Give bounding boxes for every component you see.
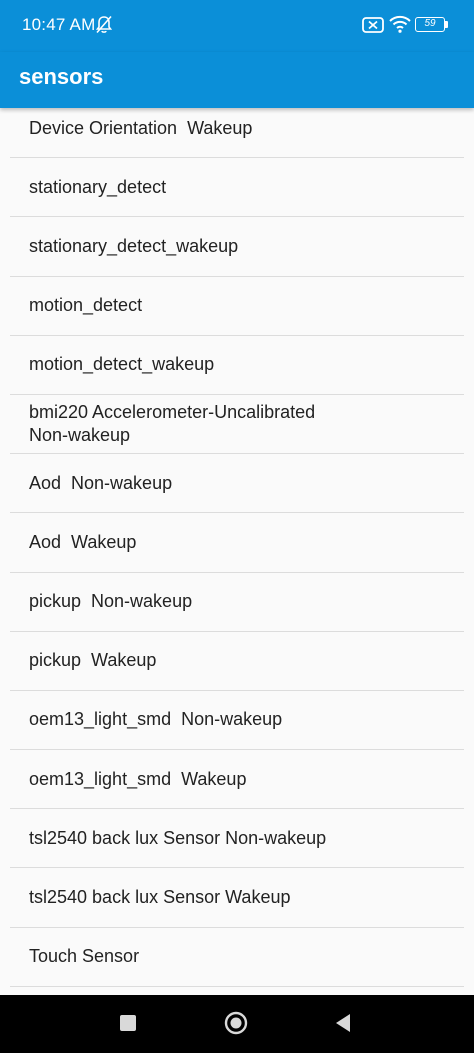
app-bar: sensors bbox=[0, 52, 474, 108]
list-item[interactable]: motion_detect_wakeup bbox=[10, 336, 464, 395]
recents-icon[interactable] bbox=[120, 1015, 136, 1031]
sensor-list[interactable]: Device Orientation Wakeup stationary_det… bbox=[0, 99, 474, 993]
list-item-label: stationary_detect_wakeup bbox=[29, 235, 239, 256]
list-item[interactable]: bmi220 Accelerometer-Uncalibrated Non-wa… bbox=[10, 395, 464, 455]
list-item[interactable]: Aod Wakeup bbox=[10, 513, 464, 573]
list-item-label: stationary_detect bbox=[29, 176, 167, 197]
back-icon[interactable] bbox=[334, 1012, 352, 1034]
list-item-label: motion_detect_wakeup bbox=[29, 354, 215, 375]
list-item[interactable]: pickup Wakeup bbox=[10, 632, 464, 691]
list-item[interactable]: Touch Sensor bbox=[10, 928, 464, 987]
list-item[interactable]: tsl2540 back lux Sensor Wakeup bbox=[10, 868, 464, 928]
list-item-label: motion_detect bbox=[29, 295, 143, 316]
list-item[interactable]: oem13_light_smd Non-wakeup bbox=[10, 691, 464, 751]
list-item-label: Device Orientation Wakeup bbox=[29, 117, 253, 138]
list-item-label: pickup Non-wakeup bbox=[29, 591, 193, 612]
list-item[interactable]: motion_detect bbox=[10, 277, 464, 336]
list-item-label: tsl2540 back lux Sensor Wakeup bbox=[29, 887, 291, 908]
list-item-label: pickup Wakeup bbox=[29, 650, 157, 671]
list-item[interactable]: oem13_light_smd Wakeup bbox=[10, 750, 464, 810]
list-item-label: oem13_light_smd Wakeup bbox=[29, 768, 247, 789]
bell-off-icon bbox=[95, 15, 113, 34]
list-item[interactable]: Aod Non-wakeup bbox=[10, 454, 464, 514]
wifi-icon bbox=[389, 15, 411, 33]
list-item[interactable]: tsl2540 back lux Sensor Non-wakeup bbox=[10, 809, 464, 869]
status-bar: 10:47 AM 59 bbox=[0, 0, 474, 52]
list-item-label: bmi220 Accelerometer-Uncalibrated Non-wa… bbox=[29, 402, 316, 446]
list-item[interactable]: stationary_detect_wakeup bbox=[10, 217, 464, 277]
list-item[interactable]: stationary_detect bbox=[10, 158, 464, 218]
list-item-label: Aod Non-wakeup bbox=[29, 472, 173, 493]
navigation-bar bbox=[0, 995, 474, 1053]
list-item-label: oem13_light_smd Non-wakeup bbox=[29, 709, 283, 730]
home-icon[interactable] bbox=[224, 1011, 248, 1035]
battery-tip bbox=[445, 21, 448, 28]
status-time: 10:47 AM bbox=[22, 15, 96, 34]
sim-no-signal-icon bbox=[362, 17, 384, 33]
list-item-label: tsl2540 back lux Sensor Non-wakeup bbox=[29, 827, 327, 848]
battery-icon: 59 bbox=[415, 17, 445, 32]
list-item[interactable]: pickup Non-wakeup bbox=[10, 573, 464, 632]
list-item-label: Touch Sensor bbox=[29, 946, 140, 967]
list-item-label: Aod Wakeup bbox=[29, 531, 137, 552]
battery-level: 59 bbox=[424, 18, 436, 29]
page-title: sensors bbox=[19, 64, 104, 89]
